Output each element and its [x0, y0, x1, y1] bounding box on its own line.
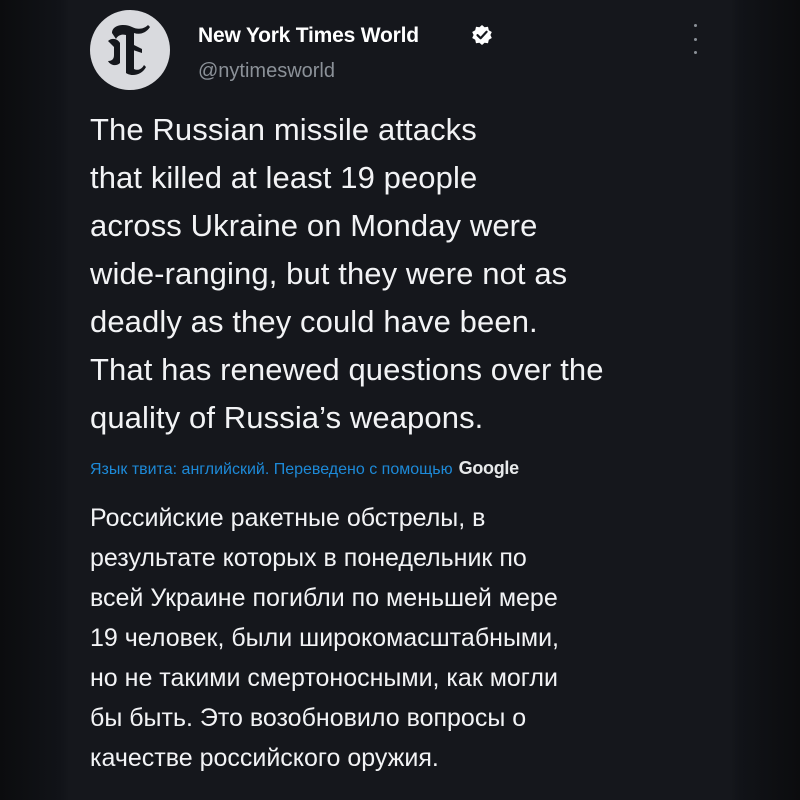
tweet-text: The Russian missile attacks that killed …	[90, 106, 720, 442]
more-dot	[693, 37, 697, 41]
translation-attribution[interactable]: Язык твита: английский. Переведено с пом…	[90, 458, 519, 479]
translated-line: результате которых в понедельник по	[90, 544, 527, 572]
more-dot	[693, 51, 697, 54]
avatar[interactable]	[90, 10, 170, 90]
translated-line: но не такими смертоносными, как могли	[90, 664, 558, 692]
translated-line: 19 человек, были широкомасштабными,	[90, 624, 560, 652]
tweet-line: across Ukraine on Monday were	[90, 208, 538, 243]
tweet-line: that killed at least 19 people	[90, 160, 478, 195]
nyt-logo-icon	[108, 25, 150, 75]
handle[interactable]: @nytimesworld	[198, 60, 335, 83]
google-logo: Google	[458, 458, 520, 478]
tweet-line: wide-ranging, but they were not as	[90, 256, 568, 291]
tweet-line: deadly as they could have been.	[90, 304, 538, 339]
display-name[interactable]: New York Times World	[198, 24, 419, 48]
verified-badge-icon	[472, 25, 492, 45]
tweet-line: The Russian missile attacks	[90, 112, 477, 147]
more-vertical-icon[interactable]	[688, 24, 702, 54]
translated-line: бы быть. Это возобновило вопросы о	[90, 704, 527, 732]
translated-line: всей Украине погибли по меньшей мере	[90, 584, 558, 612]
tweet-line: That has renewed questions over the	[90, 352, 604, 387]
translation-note[interactable]: Язык твита: английский. Переведено с пом…	[90, 461, 453, 479]
translated-text: Российские ракетные обстрелы, в результа…	[90, 498, 720, 778]
translated-line: качестве российского оружия.	[90, 744, 439, 772]
tweet-line: quality of Russia’s weapons.	[90, 400, 484, 435]
translated-line: Российские ракетные обстрелы, в	[90, 504, 486, 532]
more-dot	[693, 24, 697, 27]
